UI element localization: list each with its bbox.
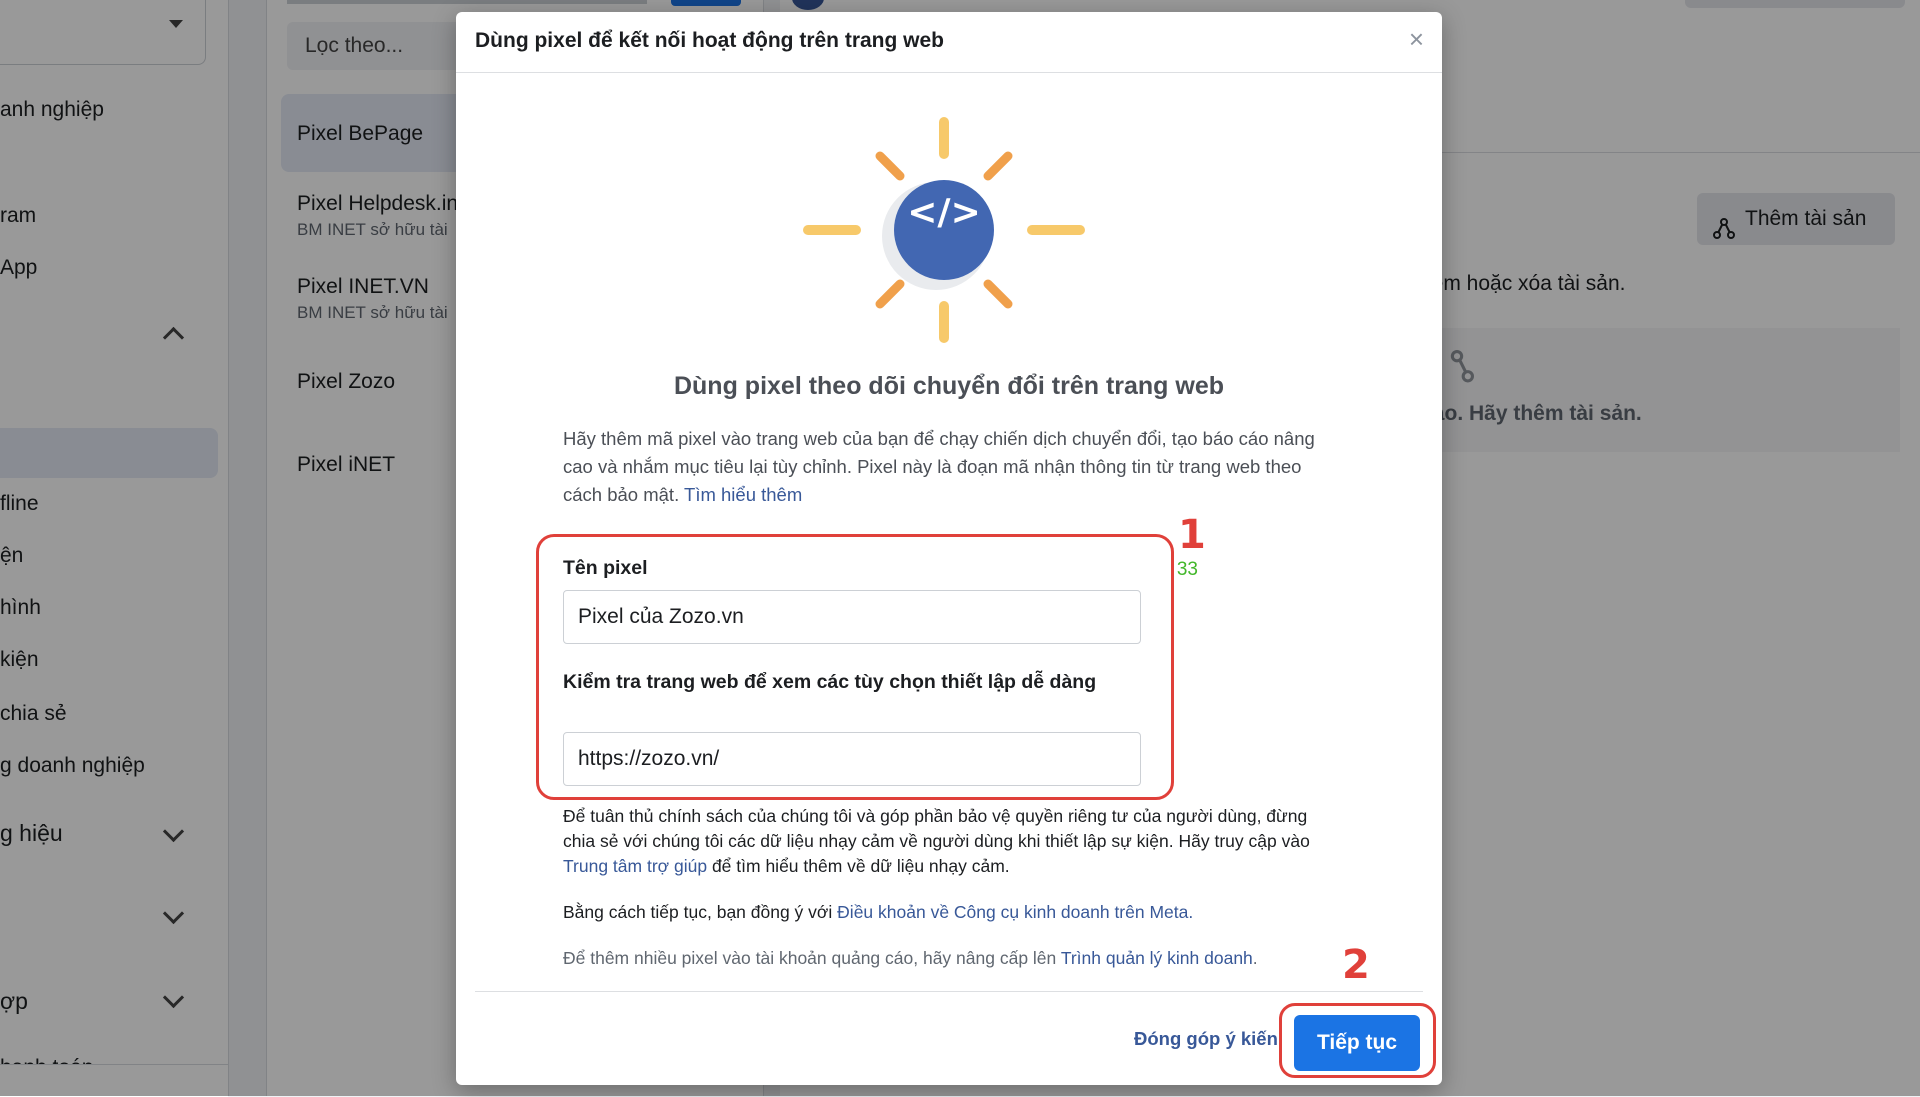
- annotation-number-2: 2: [1342, 942, 1370, 988]
- terms-link[interactable]: Điều khoản về Công cụ kinh doanh trên Me…: [837, 902, 1188, 922]
- terms-period: .: [1188, 902, 1194, 922]
- upgrade-notice: Để thêm nhiều pixel vào tài khoản quảng …: [563, 946, 1333, 971]
- learn-more-link[interactable]: Tìm hiểu thêm: [684, 484, 802, 505]
- upgrade-period: .: [1252, 948, 1258, 968]
- footer-divider: [475, 991, 1423, 992]
- annotation-box-step-2: [1279, 1003, 1436, 1078]
- business-manager-link[interactable]: Trình quản lý kinh doanh: [1061, 948, 1253, 968]
- code-icon: </>: [907, 192, 981, 233]
- annotation-box-step-1: [536, 534, 1174, 800]
- upgrade-text: Để thêm nhiều pixel vào tài khoản quảng …: [563, 948, 1057, 968]
- terms-text: Bằng cách tiếp tục, bạn đồng ý với: [563, 902, 833, 922]
- dialog-title: Dùng pixel để kết nối hoạt động trên tra…: [475, 29, 945, 52]
- dialog-heading: Dùng pixel theo dõi chuyển đổi trên tran…: [673, 372, 1225, 400]
- description-text: Hãy thêm mã pixel vào trang web của bạn …: [563, 428, 1315, 505]
- terms-notice: Bằng cách tiếp tục, bạn đồng ý với Điều …: [563, 900, 1333, 925]
- feedback-link[interactable]: Đóng góp ý kiến: [1134, 1028, 1278, 1050]
- annotation-number-1: 1: [1178, 512, 1206, 558]
- privacy-text: Để tuân thủ chính sách của chúng tôi và …: [563, 806, 1310, 851]
- close-icon[interactable]: ×: [1409, 26, 1424, 52]
- privacy-text-end: để tìm hiểu thêm về dữ liệu nhạy cảm.: [711, 856, 1010, 876]
- privacy-notice: Để tuân thủ chính sách của chúng tôi và …: [563, 804, 1333, 879]
- dialog-header: Dùng pixel để kết nối hoạt động trên tra…: [456, 12, 1442, 73]
- dialog-description: Hãy thêm mã pixel vào trang web của bạn …: [563, 425, 1333, 509]
- help-center-link[interactable]: Trung tâm trợ giúp: [563, 856, 707, 876]
- pixel-code-illustration: [803, 117, 1085, 343]
